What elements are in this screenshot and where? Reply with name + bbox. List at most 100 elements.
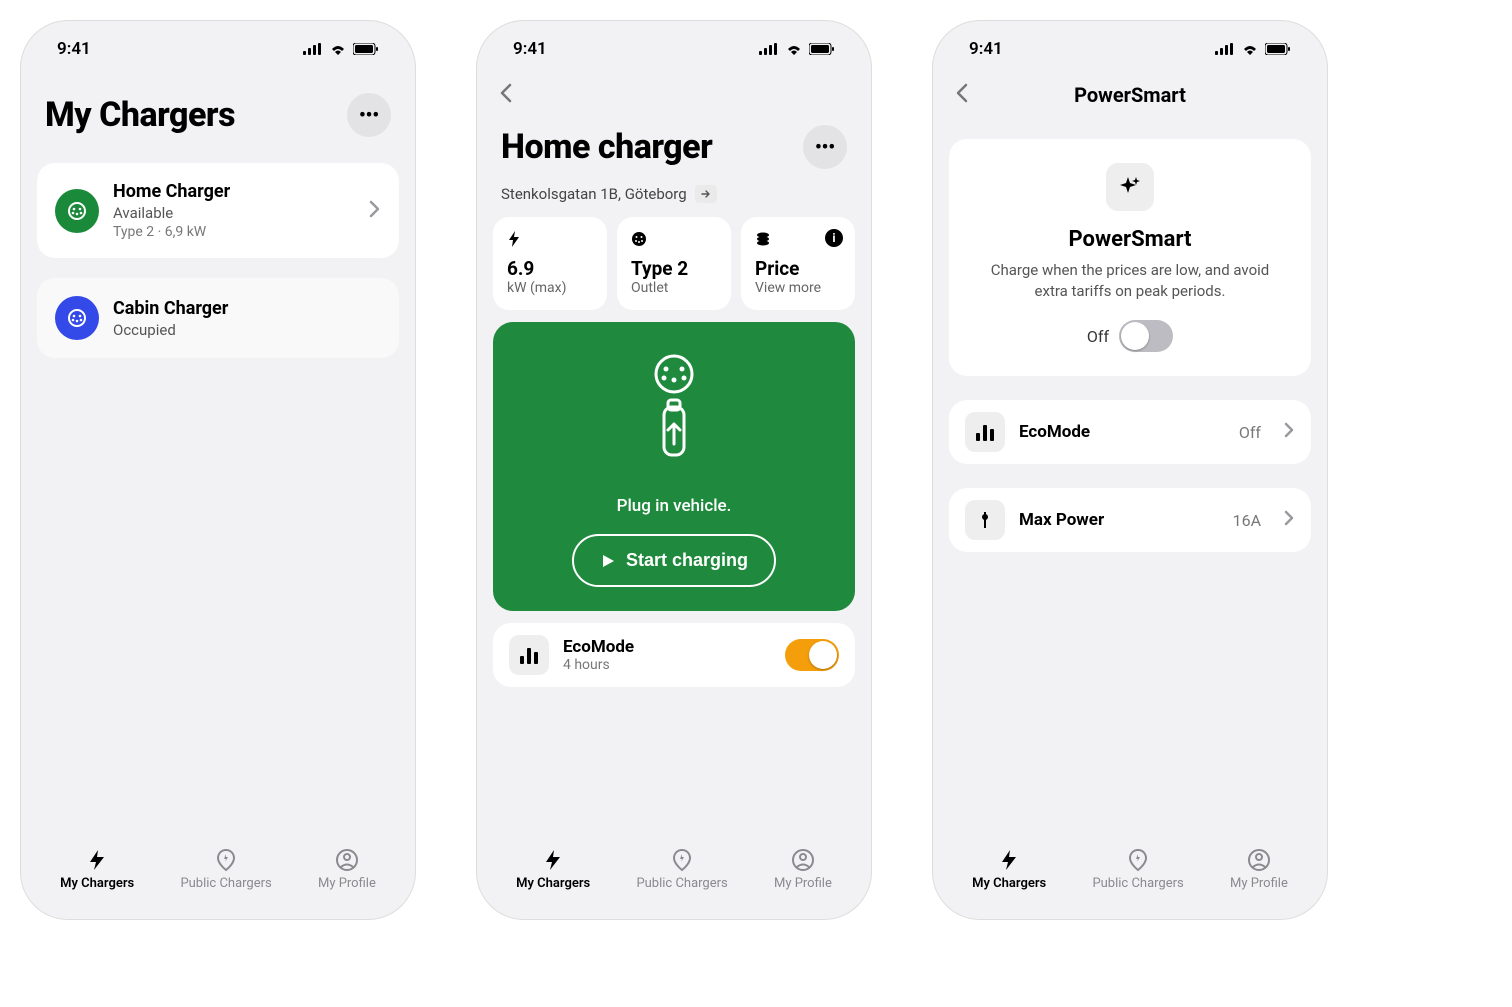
page-title: Home charger [501,127,712,167]
address-text: Stenkolsgatan 1B, Göteborg [501,185,687,203]
wifi-icon [329,43,347,55]
map-pin-icon [214,848,238,872]
stat-label: View more [755,280,841,296]
setting-title: EcoMode [563,637,771,657]
ecomode-toggle[interactable] [785,639,839,671]
setting-value: Off [1239,423,1261,442]
tab-bar: My Chargers Public Chargers My Profile [949,838,1311,903]
charger-status: Available [113,204,353,222]
stat-value: 6.9 [507,257,593,280]
start-charging-button[interactable]: Start charging [572,534,776,587]
profile-icon [1247,848,1271,872]
stat-value: Type 2 [631,257,717,280]
hero-title: PowerSmart [1069,227,1192,252]
play-icon [600,553,616,569]
status-icons [303,43,379,55]
cellular-icon [1215,43,1235,55]
back-button[interactable] [497,81,515,109]
tab-bar: My Chargers Public Chargers My Profile [37,838,399,903]
status-icons [759,43,835,55]
charger-list-item-home[interactable]: Home Charger Available Type 2 · 6,9 kW [37,163,399,258]
stat-label: Outlet [631,280,717,296]
status-time: 9:41 [969,39,1003,59]
profile-icon [791,848,815,872]
tab-my-chargers[interactable]: My Chargers [516,848,590,891]
map-pin-icon [670,848,694,872]
charger-status-icon [55,296,99,340]
bolt-icon [997,848,1021,872]
tab-public-chargers[interactable]: Public Chargers [180,848,271,891]
chevron-right-icon [367,199,381,223]
battery-icon [1265,43,1291,55]
powersmart-toggle[interactable] [1119,320,1173,352]
status-bar: 9:41 [37,31,399,63]
status-icons [1215,43,1291,55]
setting-subtitle: 4 hours [563,657,771,673]
outlet-icon [631,231,717,251]
more-button[interactable]: ••• [803,125,847,169]
cellular-icon [759,43,779,55]
charger-title: Home Charger [113,181,353,202]
wifi-icon [1241,43,1259,55]
status-time: 9:41 [513,39,547,59]
cellular-icon [303,43,323,55]
chevron-right-icon [1283,509,1295,531]
map-pin-icon [1126,848,1150,872]
setting-title: Max Power [1019,510,1219,530]
ecomode-row[interactable]: EcoMode 4 hours [493,623,855,687]
tab-public-chargers[interactable]: Public Chargers [636,848,727,891]
stat-outlet[interactable]: Type 2 Outlet [617,217,731,310]
tab-my-profile[interactable]: My Profile [318,848,376,891]
charger-status: Occupied [113,321,381,339]
plug-illustration [644,352,704,476]
chevron-left-icon [497,81,515,105]
stat-value: Price [755,257,841,280]
setting-title: EcoMode [1019,422,1225,442]
profile-icon [335,848,359,872]
chevron-right-icon [1283,421,1295,443]
powersmart-hero: PowerSmart Charge when the prices are lo… [949,139,1311,376]
info-icon[interactable]: i [825,229,843,247]
bolt-icon [541,848,565,872]
wifi-icon [785,43,803,55]
tab-bar: My Chargers Public Chargers My Profile [493,838,855,903]
status-bar: 9:41 [493,31,855,63]
bar-chart-icon [509,635,549,675]
tab-my-chargers[interactable]: My Chargers [972,848,1046,891]
powersmart-state: Off [1087,327,1109,346]
stat-label: kW (max) [507,280,593,296]
setting-row-max-power[interactable]: Max Power 16A [949,488,1311,552]
setting-value: 16A [1233,511,1261,530]
tab-my-profile[interactable]: My Profile [774,848,832,891]
charger-list-item-cabin[interactable]: Cabin Charger Occupied [37,278,399,358]
more-icon: ••• [359,105,379,126]
bolt-icon [507,231,593,251]
hero-description: Charge when the prices are low, and avoi… [980,260,1280,302]
more-icon: ••• [815,137,835,158]
bar-chart-icon [965,412,1005,452]
stat-price[interactable]: i Price View more [741,217,855,310]
share-button[interactable] [695,185,717,203]
tab-my-profile[interactable]: My Profile [1230,848,1288,891]
phone-screen-powersmart: 9:41 PowerSmart PowerSmart Charge when t… [932,20,1328,920]
setting-row-ecomode[interactable]: EcoMode Off [949,400,1311,464]
charge-panel: Plug in vehicle. Start charging [493,322,855,611]
battery-icon [809,43,835,55]
tab-public-chargers[interactable]: Public Chargers [1092,848,1183,891]
page-title: PowerSmart [949,83,1311,107]
tab-my-chargers[interactable]: My Chargers [60,848,134,891]
charger-status-icon [55,189,99,233]
status-time: 9:41 [57,39,91,59]
status-bar: 9:41 [949,31,1311,63]
slider-icon [965,500,1005,540]
address-row: Stenkolsgatan 1B, Göteborg [493,185,855,217]
battery-icon [353,43,379,55]
stat-power[interactable]: 6.9 kW (max) [493,217,607,310]
sparkle-icon [1106,163,1154,211]
share-icon [700,189,712,199]
bolt-icon [85,848,109,872]
phone-screen-my-chargers: 9:41 My Chargers ••• Home Charger Availa… [20,20,416,920]
more-button[interactable]: ••• [347,93,391,137]
charger-meta: Type 2 · 6,9 kW [113,224,353,240]
page-title: My Chargers [45,95,235,135]
